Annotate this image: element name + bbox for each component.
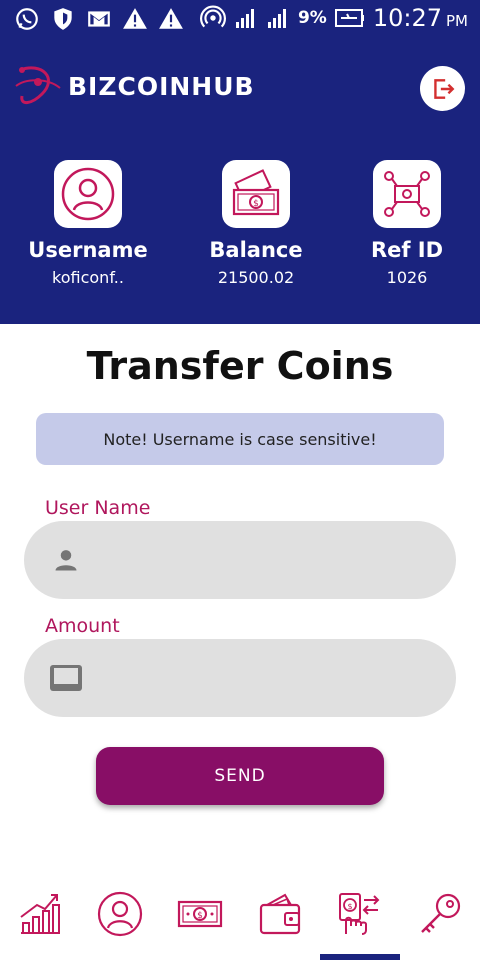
nav-item-key[interactable] bbox=[400, 880, 480, 948]
logout-icon bbox=[433, 78, 454, 99]
svg-text:$: $ bbox=[347, 902, 352, 911]
stat-refid-value: 1026 bbox=[386, 268, 428, 287]
network-icon bbox=[384, 171, 430, 217]
stat-username-value: koficonf.. bbox=[52, 268, 124, 287]
send-button[interactable]: SEND bbox=[96, 747, 384, 805]
username-input[interactable] bbox=[96, 548, 436, 572]
nav-item-cash[interactable]: $ bbox=[160, 880, 240, 948]
nav-active-indicator bbox=[320, 954, 400, 960]
hotspot-icon bbox=[199, 5, 226, 28]
shield-icon bbox=[54, 8, 72, 30]
bottom-nav: $ $ bbox=[0, 880, 480, 960]
nav-item-wallet[interactable] bbox=[240, 880, 320, 948]
stat-refid-iconbox bbox=[373, 160, 441, 228]
transfer-icon: $ bbox=[339, 893, 380, 935]
app-logo: BIZCOINHUB bbox=[12, 60, 255, 112]
user-icon bbox=[61, 167, 115, 221]
gmail-icon bbox=[88, 11, 110, 27]
amount-input[interactable] bbox=[96, 666, 436, 690]
logo-text: BIZCOINHUB bbox=[68, 71, 255, 101]
profile-icon bbox=[97, 891, 143, 937]
stat-refid-label: Ref ID bbox=[370, 238, 444, 262]
signal-icon bbox=[267, 9, 286, 28]
key-icon bbox=[421, 893, 461, 933]
nav-item-stats[interactable] bbox=[0, 880, 80, 948]
stat-username-iconbox bbox=[54, 160, 122, 228]
username-field[interactable] bbox=[24, 521, 456, 599]
stat-balance-value: 21500.02 bbox=[217, 268, 295, 287]
status-bar: 9% 10:27 PM bbox=[0, 0, 480, 40]
signal-icon bbox=[235, 9, 254, 28]
wallet-icon bbox=[259, 893, 301, 935]
person-icon bbox=[46, 546, 86, 574]
nav-item-transfer[interactable]: $ bbox=[320, 880, 400, 948]
stat-balance: $ Balance 21500.02 bbox=[176, 160, 336, 287]
warning-icon bbox=[123, 8, 147, 29]
clock-time: 10:27 bbox=[372, 4, 442, 32]
svg-text:$: $ bbox=[197, 911, 203, 921]
logout-button[interactable] bbox=[420, 66, 465, 111]
stat-username-label: Username bbox=[28, 238, 148, 262]
whatsapp-icon bbox=[16, 8, 38, 30]
stat-refid: Ref ID 1026 bbox=[327, 160, 480, 287]
cash-icon: $ bbox=[177, 900, 223, 928]
money-icon: $ bbox=[232, 169, 280, 216]
nav-item-profile[interactable] bbox=[80, 880, 160, 948]
logo-icon bbox=[15, 66, 61, 104]
chart-icon bbox=[20, 894, 60, 934]
case-sensitive-note: Note! Username is case sensitive! bbox=[36, 413, 444, 465]
warning-icon bbox=[159, 8, 183, 29]
battery-icon bbox=[334, 9, 364, 27]
amount-label: Amount bbox=[45, 615, 120, 637]
username-label: User Name bbox=[45, 497, 151, 519]
stat-balance-label: Balance bbox=[209, 238, 303, 262]
clock-ampm: PM bbox=[446, 12, 468, 30]
amount-field[interactable] bbox=[24, 639, 456, 717]
keyboard-icon bbox=[46, 663, 86, 693]
battery-percent: 9% bbox=[297, 8, 327, 28]
stat-username: Username koficonf.. bbox=[8, 160, 168, 287]
stat-balance-iconbox: $ bbox=[222, 160, 290, 228]
svg-text:$: $ bbox=[253, 199, 259, 209]
page-title: Transfer Coins bbox=[86, 344, 394, 388]
